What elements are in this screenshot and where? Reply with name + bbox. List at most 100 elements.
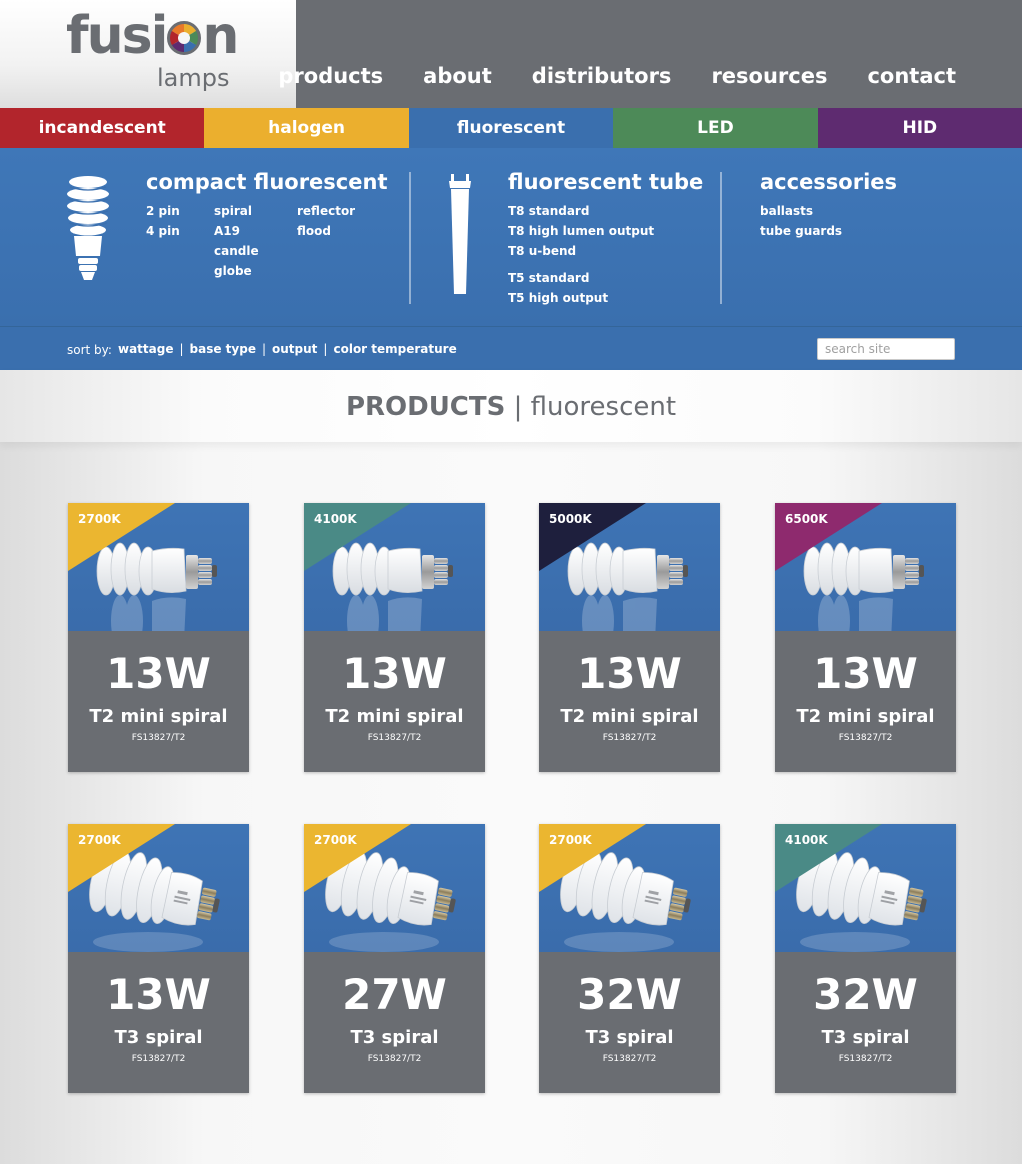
sort-color-temperature[interactable]: color temperature <box>333 342 456 356</box>
page-title-section: PRODUCTS <box>345 392 506 422</box>
product-info: 13W T2 mini spiral FS13827/T2 <box>775 631 956 772</box>
product-name: T3 spiral <box>350 1027 439 1048</box>
nav-contact[interactable]: contact <box>867 66 956 87</box>
sort-separator: | <box>323 342 328 356</box>
link-spiral[interactable]: spiral <box>214 205 252 217</box>
product-image: 2700K <box>68 824 249 952</box>
product-name: T2 mini spiral <box>560 706 699 727</box>
color-temperature-label: 5000K <box>549 512 592 526</box>
sort-wattage[interactable]: wattage <box>118 342 173 356</box>
product-card[interactable]: 2700K 27W T3 spiral FS13827/T2 <box>304 824 485 1093</box>
product-info: 32W T3 spiral FS13827/T2 <box>539 952 720 1093</box>
product-image: 2700K <box>68 503 249 631</box>
sort-label: sort by: <box>67 343 112 357</box>
link-globe[interactable]: globe <box>214 265 252 277</box>
sort-output[interactable]: output <box>272 342 317 356</box>
product-card[interactable]: 4100K 13W T2 mini spiral FS13827/T2 <box>304 503 485 772</box>
nav-products[interactable]: products <box>278 66 383 87</box>
product-name: T3 spiral <box>114 1027 203 1048</box>
compact-fluorescent-bulb-icon <box>67 176 109 280</box>
product-sku: FS13827/T2 <box>367 1054 422 1064</box>
product-info: 13W T2 mini spiral FS13827/T2 <box>304 631 485 772</box>
product-image: 4100K <box>775 824 956 952</box>
logo[interactable]: fusi n lamps <box>0 0 296 108</box>
product-wattage: 13W <box>813 649 918 698</box>
fluorescent-menu-panel: compact fluorescent 2 pin 4 pin spiral A… <box>0 148 1022 326</box>
accessories-heading[interactable]: accessories <box>760 172 897 193</box>
product-card[interactable]: 2700K 13W T3 spiral FS13827/T2 <box>68 824 249 1093</box>
link-candle[interactable]: candle <box>214 245 259 257</box>
product-info: 13W T2 mini spiral FS13827/T2 <box>68 631 249 772</box>
compact-fluorescent-heading[interactable]: compact fluorescent <box>146 172 387 193</box>
sort-bar: sort by: wattage | base type | output | … <box>0 326 1022 370</box>
site-header: fusi n lamps products about distributors… <box>0 0 1022 108</box>
product-sku: FS13827/T2 <box>838 733 893 743</box>
product-image: 2700K <box>539 824 720 952</box>
page-title-category: fluorescent <box>530 392 677 422</box>
link-t5-standard[interactable]: T5 standard <box>508 272 589 284</box>
nav-about[interactable]: about <box>423 66 492 87</box>
product-image: 4100K <box>304 503 485 631</box>
product-card[interactable]: 2700K 13W T2 mini spiral FS13827/T2 <box>68 503 249 772</box>
product-wattage: 27W <box>342 970 447 1019</box>
category-bar: incandescent halogen fluorescent LED HID <box>0 108 1022 148</box>
product-sku: FS13827/T2 <box>131 1054 186 1064</box>
link-t8-u-bend[interactable]: T8 u-bend <box>508 245 576 257</box>
product-card[interactable]: 2700K 32W T3 spiral FS13827/T2 <box>539 824 720 1093</box>
sort-separator: | <box>261 342 267 356</box>
product-info: 13W T3 spiral FS13827/T2 <box>68 952 249 1093</box>
nav-resources[interactable]: resources <box>711 66 827 87</box>
sort-base-type[interactable]: base type <box>190 342 256 356</box>
fluorescent-tube-heading[interactable]: fluorescent tube <box>508 172 703 193</box>
sort-options: wattage | base type | output | color tem… <box>118 342 457 356</box>
category-tab-led[interactable]: LED <box>613 108 818 148</box>
category-tab-halogen[interactable]: halogen <box>204 108 409 148</box>
product-sku: FS13827/T2 <box>131 733 186 743</box>
link-4-pin[interactable]: 4 pin <box>146 225 180 237</box>
product-image: 5000K <box>539 503 720 631</box>
product-name: T2 mini spiral <box>325 706 464 727</box>
link-t8-standard[interactable]: T8 standard <box>508 205 589 217</box>
color-temperature-label: 2700K <box>314 833 357 847</box>
color-temperature-label: 2700K <box>78 512 121 526</box>
link-reflector[interactable]: reflector <box>297 205 355 217</box>
product-wattage: 13W <box>106 649 211 698</box>
page-title-separator: | <box>513 392 523 422</box>
product-sku: FS13827/T2 <box>838 1054 893 1064</box>
product-image: 2700K <box>304 824 485 952</box>
color-temperature-label: 2700K <box>549 833 592 847</box>
product-name: T3 spiral <box>585 1027 674 1048</box>
product-card[interactable]: 6500K 13W T2 mini spiral FS13827/T2 <box>775 503 956 772</box>
color-temperature-label: 6500K <box>785 512 828 526</box>
product-sku: FS13827/T2 <box>602 1054 657 1064</box>
search-input[interactable] <box>817 338 955 360</box>
product-name: T2 mini spiral <box>796 706 935 727</box>
link-tube-guards[interactable]: tube guards <box>760 225 842 237</box>
menu-divider <box>409 172 411 304</box>
link-flood[interactable]: flood <box>297 225 331 237</box>
product-info: 13W T2 mini spiral FS13827/T2 <box>539 631 720 772</box>
sort-separator: | <box>179 342 184 356</box>
product-sku: FS13827/T2 <box>602 733 657 743</box>
product-wattage: 32W <box>813 970 918 1019</box>
link-t8-high-lumen-output[interactable]: T8 high lumen output <box>508 225 654 237</box>
link-t5-high-output[interactable]: T5 high output <box>508 292 608 304</box>
link-a19[interactable]: A19 <box>214 225 240 237</box>
product-card[interactable]: 4100K 32W T3 spiral FS13827/T2 <box>775 824 956 1093</box>
product-wattage: 13W <box>106 970 211 1019</box>
category-tab-incandescent[interactable]: incandescent <box>0 108 205 148</box>
product-card[interactable]: 5000K 13W T2 mini spiral FS13827/T2 <box>539 503 720 772</box>
category-tab-fluorescent[interactable]: fluorescent <box>408 108 614 148</box>
page-title-band: PRODUCTS | fluorescent <box>0 370 1022 442</box>
link-ballasts[interactable]: ballasts <box>760 205 813 217</box>
logo-word-part: n <box>202 6 239 66</box>
product-name: T3 spiral <box>821 1027 910 1048</box>
nav-distributors[interactable]: distributors <box>532 66 672 87</box>
page-title: PRODUCTS | fluorescent <box>0 392 1022 422</box>
menu-divider <box>720 172 722 304</box>
logo-subtitle: lamps <box>157 64 230 92</box>
category-tab-hid[interactable]: HID <box>817 108 1022 148</box>
fluorescent-tube-icon <box>449 174 471 294</box>
logo-wordmark: fusi n <box>66 10 239 62</box>
link-2-pin[interactable]: 2 pin <box>146 205 180 217</box>
